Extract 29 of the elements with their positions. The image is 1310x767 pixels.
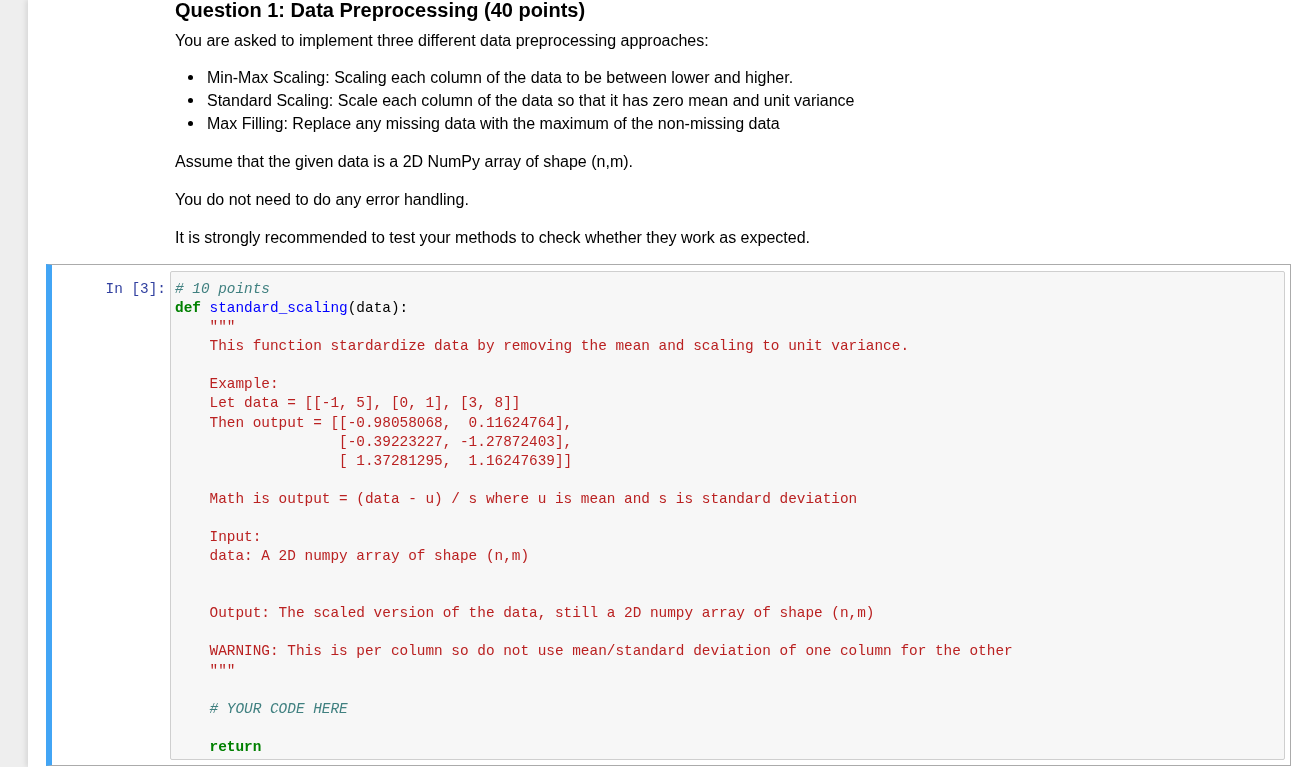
code-line: This function stardardize data by removing the mean and scaling to unit variance. (209, 337, 910, 357)
code-line: WARNING: This is per column so do not use mean/standard deviation of one column for the other (209, 642, 1013, 662)
code-line: Then output = [[-0.98058068, 0.11624764], (209, 413, 573, 433)
bullet-icon (188, 121, 193, 126)
cell-prompt: In [3]: (105, 280, 166, 299)
code-line: [-0.39223227, -1.27872403], (339, 432, 573, 452)
code-line: Example: (209, 375, 279, 395)
code-line: data: A 2D numpy array of shape (n,m) (209, 547, 530, 567)
code-line: Math is output = (data - u) / s where u is mean and s is standard deviation (209, 489, 858, 509)
paragraph: You are asked to implement three different data preprocessing approaches: (175, 31, 709, 51)
list-item-text: Min-Max Scaling: Scaling each column of the data to be between lower and higher. (207, 68, 794, 88)
section-heading: Question 1: Data Preprocessing (40 points) (175, 0, 586, 20)
code-line: # YOUR CODE HERE (209, 699, 348, 719)
code-line: """ (209, 661, 236, 681)
paragraph: You do not need to do any error handling. (175, 190, 469, 210)
code-line: return (209, 737, 262, 757)
list-item-text: Max Filling: Replace any missing data with the maximum of the non-missing data (207, 114, 780, 134)
bullet-icon (188, 75, 193, 80)
paragraph: It is strongly recommended to test your methods to check whether they work as expected. (175, 228, 810, 248)
list-item-text: Standard Scaling: Scale each column of the data so that it has zero mean and unit variance (207, 91, 855, 111)
code-line: Input: (209, 528, 262, 547)
code-line: def standard_scaling(data): (175, 299, 409, 319)
bullet-icon (188, 98, 193, 103)
code-line: # 10 points (175, 280, 270, 299)
paragraph: Assume that the given data is a 2D NumPy array of shape (n,m). (175, 152, 633, 172)
code-line: """ (209, 318, 236, 338)
code-line: [ 1.37281295, 1.16247639]] (339, 451, 573, 471)
code-line: Let data = [[-1, 5], [0, 1], [3, 8]] (209, 394, 521, 414)
code-line: Output: The scaled version of the data, still a 2D numpy array of shape (n,m) (209, 604, 875, 624)
